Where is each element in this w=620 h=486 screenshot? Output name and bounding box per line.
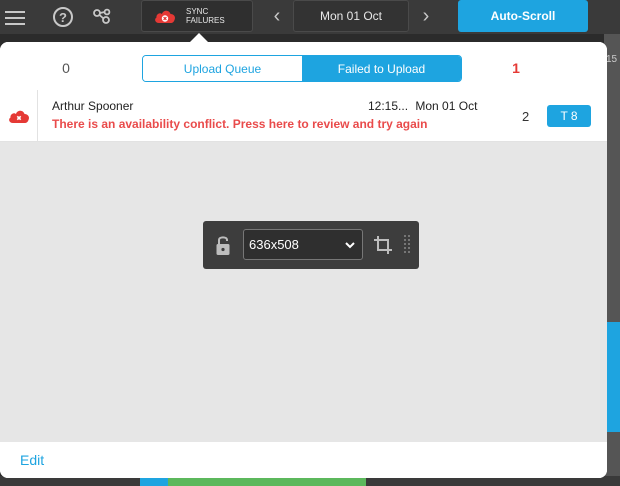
tab-upload-queue[interactable]: Upload Queue (143, 56, 302, 81)
sync-label-line2: FAILURES (186, 16, 225, 25)
edit-button[interactable]: Edit (20, 452, 44, 468)
panel-footer: Edit (0, 442, 607, 478)
employee-name: Arthur Spooner (52, 99, 134, 113)
panel-empty-area (0, 142, 607, 442)
cloud-error-icon (155, 10, 176, 23)
size-select[interactable]: 636x508 (243, 229, 363, 260)
row-count: 2 (522, 109, 530, 124)
top-bar: ? SYNC FAILURES ‹ Mon 01 Oct › Auto-Scro… (0, 0, 620, 34)
menu-icon[interactable] (4, 4, 28, 30)
grip-icon[interactable] (403, 234, 411, 256)
row-time: 12:15... (368, 99, 409, 113)
failed-upload-row[interactable]: Arthur Spooner 12:15... Mon 01 Oct There… (0, 90, 607, 142)
unlock-icon[interactable] (215, 233, 231, 257)
row-status-cell (0, 90, 38, 142)
row-badge[interactable]: T 8 (547, 105, 591, 127)
next-day-arrow-icon[interactable]: › (418, 5, 434, 27)
size-value: 636x508 (249, 237, 299, 252)
failed-count: 1 (512, 60, 520, 76)
chevron-down-icon (345, 242, 355, 249)
auto-scroll-button[interactable]: Auto-Scroll (458, 0, 588, 32)
panel-header: 0 Upload Queue Failed to Upload 1 (0, 42, 607, 90)
upload-queue-count: 0 (62, 60, 70, 76)
row-date: Mon 01 Oct (415, 99, 478, 113)
floating-resize-toolbar: 636x508 (203, 221, 419, 269)
crop-icon[interactable] (373, 235, 393, 255)
availability-conflict-message[interactable]: There is an availability conflict. Press… (52, 117, 427, 131)
previous-day-arrow-icon[interactable]: ‹ (269, 5, 285, 27)
background-edge-text: 15 (606, 54, 618, 65)
tab-failed-to-upload[interactable]: Failed to Upload (302, 56, 461, 81)
popover-pointer (190, 33, 208, 42)
sync-label-line1: SYNC (186, 7, 209, 16)
date-display[interactable]: Mon 01 Oct (293, 0, 409, 32)
share-icon[interactable] (92, 4, 112, 30)
upload-tabs: Upload Queue Failed to Upload (142, 55, 462, 82)
help-icon[interactable]: ? (52, 4, 74, 30)
cloud-error-icon (8, 110, 29, 123)
sync-failures-button[interactable]: SYNC FAILURES (141, 0, 253, 32)
